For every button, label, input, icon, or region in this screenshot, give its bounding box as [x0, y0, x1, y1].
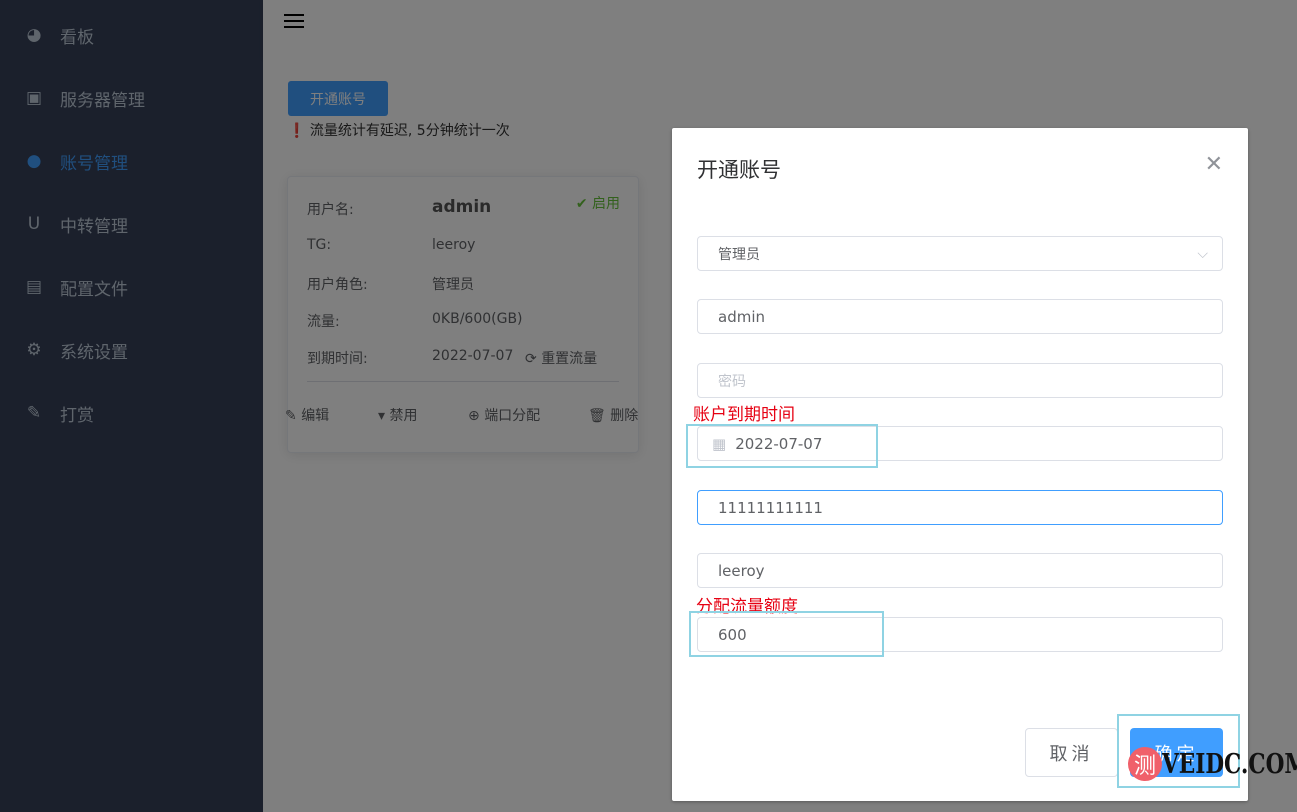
chevron-down-icon: ⌵ [1197, 245, 1208, 262]
highlight-box [686, 424, 878, 468]
password-input[interactable]: 密码 [697, 363, 1223, 398]
tg-input[interactable]: leeroy [697, 553, 1223, 588]
username-input[interactable]: admin [697, 299, 1223, 334]
watermark-text: VEIDC.COM [1162, 748, 1297, 780]
cancel-button[interactable]: 取消 [1025, 728, 1118, 777]
open-account-dialog: 开通账号 ✕ 管理员 ⌵ admin 密码 账户到期时间 ▦ 2022-07-07 … [672, 128, 1248, 801]
annotation-expiry: 账户到期时间 [693, 405, 795, 425]
highlight-box [689, 611, 884, 657]
role-value: 管理员 [718, 246, 760, 263]
watermark: 测 VEIDC.COM [1128, 747, 1297, 781]
phone-input[interactable]: 11111111111 [697, 490, 1223, 525]
watermark-badge: 测 [1128, 747, 1162, 781]
dialog-title: 开通账号 [697, 158, 781, 182]
close-icon[interactable]: ✕ [1205, 152, 1223, 177]
role-select[interactable]: 管理员 ⌵ [697, 236, 1223, 271]
